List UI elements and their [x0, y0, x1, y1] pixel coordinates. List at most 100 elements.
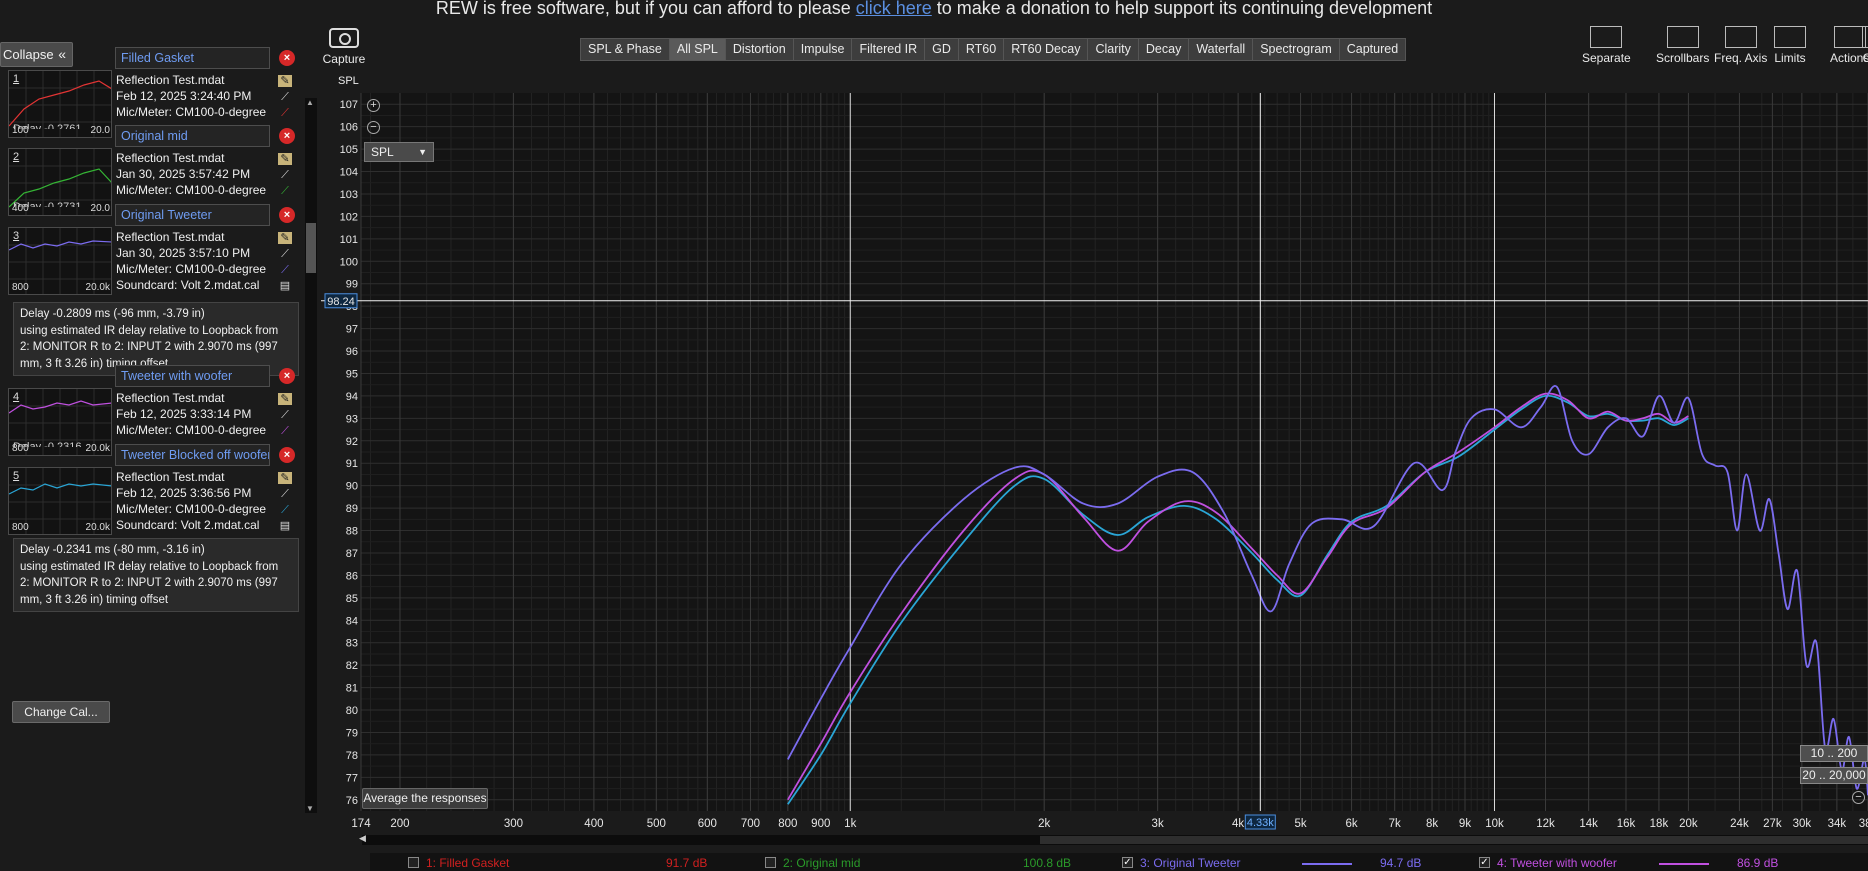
legend-name: 2: Original mid [783, 856, 861, 870]
curve-color-icon[interactable]: ⟋ [278, 504, 292, 516]
tab-waterfall[interactable]: Waterfall [1189, 39, 1254, 60]
x-tick-label: 900 [811, 818, 830, 830]
pen-icon[interactable]: ✎ [278, 232, 292, 244]
y-tick-label: 82 [346, 660, 358, 672]
measurement-thumbnail[interactable]: 3 800 20.0k [8, 227, 112, 295]
x-tick-label: 20k [1679, 818, 1698, 830]
tool-label: Scrollbars [1656, 51, 1710, 65]
change-cal-button[interactable]: Change Cal... [12, 701, 110, 723]
tab-decay[interactable]: Decay [1139, 39, 1190, 60]
legend-checkbox[interactable] [765, 857, 776, 868]
tool-separate-button[interactable]: Separate [1582, 26, 1631, 65]
tab-filtered-ir[interactable]: Filtered IR [852, 39, 926, 60]
curve-color-icon[interactable]: ⟋ [278, 185, 292, 197]
legend-checkbox[interactable] [408, 857, 419, 868]
tool-c-button[interactable]: C [1862, 26, 1868, 65]
curve-pen-icon[interactable]: ⟋ [278, 169, 292, 181]
measurement-name-field[interactable]: Tweeter with woofer [115, 365, 270, 387]
curve-pen-icon[interactable]: ⟋ [278, 248, 292, 260]
donation-link[interactable]: click here [856, 0, 932, 18]
series-curve-4 [787, 392, 1689, 801]
y-tick-label: 88 [346, 526, 358, 538]
delay-info-line: Delay -0.2341 ms (-80 mm, -3.16 in) [20, 544, 205, 556]
pen-icon[interactable]: ✎ [278, 472, 292, 484]
x-tick-label: 27k [1763, 818, 1782, 830]
tab-clarity[interactable]: Clarity [1088, 39, 1139, 60]
document-icon[interactable]: ▤ [278, 280, 292, 292]
tab-captured[interactable]: Captured [1340, 39, 1405, 60]
measurement-name-field[interactable]: Original mid [115, 125, 270, 147]
legend-checkbox[interactable]: ✓ [1122, 857, 1133, 868]
remove-measurement-icon[interactable]: × [279, 50, 295, 66]
tab-impulse[interactable]: Impulse [794, 39, 853, 60]
tool-scrollbars-button[interactable]: Scrollbars [1656, 26, 1709, 65]
range-preset-button-1[interactable]: 10 .. 200 [1800, 745, 1868, 762]
tab-gd[interactable]: GD [925, 39, 959, 60]
tab-rt60-decay[interactable]: RT60 Decay [1004, 39, 1089, 60]
actions-icon [1833, 26, 1866, 48]
x-tick-label: 6k [1345, 818, 1357, 830]
measurement-file: Reflection Test.mdat [116, 230, 225, 244]
capture-button[interactable]: Capture [320, 28, 368, 66]
remove-measurement-icon[interactable]: × [279, 447, 295, 463]
remove-measurement-icon[interactable]: × [279, 128, 295, 144]
x-tick-label: 400 [584, 818, 603, 830]
y-tick-label: 102 [340, 211, 358, 223]
remove-measurement-icon[interactable]: × [279, 368, 295, 384]
tab-all-spl[interactable]: All SPL [669, 39, 726, 60]
pen-icon[interactable]: ✎ [278, 75, 292, 87]
curve-pen-icon[interactable]: ⟋ [278, 409, 292, 421]
tab-spectrogram[interactable]: Spectrogram [1253, 39, 1340, 60]
document-icon[interactable]: ▤ [278, 520, 292, 532]
curve-color-icon[interactable]: ⟋ [278, 264, 292, 276]
pen-icon[interactable]: ✎ [278, 153, 292, 165]
zoom-out-corner-icon[interactable]: − [1852, 791, 1865, 804]
series-curve-3 [787, 384, 1868, 796]
legend-value: 91.7 dB [666, 856, 708, 870]
measurement-list-scrollbar[interactable]: ▲ ▼ [305, 98, 317, 813]
tab-spl-phase[interactable]: SPL & Phase [581, 39, 670, 60]
range-preset-button-2[interactable]: 20 .. 20,000 [1800, 767, 1868, 784]
y-tick-label: 84 [346, 615, 358, 627]
scroll-down-icon[interactable]: ▼ [306, 804, 314, 813]
y-tick-label: 86 [346, 570, 358, 582]
curve-pen-icon[interactable]: ⟋ [278, 488, 292, 500]
y-tick-label: 95 [346, 368, 358, 380]
curve-color-icon[interactable]: ⟋ [278, 425, 292, 437]
graph-horizontal-scrollbar[interactable]: ◀ [359, 833, 1868, 845]
curve-color-icon[interactable]: ⟋ [278, 107, 292, 119]
x-tick-label: 34k [1828, 818, 1847, 830]
scrollbar-thumb[interactable] [306, 223, 316, 273]
pen-icon[interactable]: ✎ [278, 393, 292, 405]
scroll-up-icon[interactable]: ▲ [306, 98, 314, 107]
x-tick-label: 18k [1650, 818, 1669, 830]
y-tick-label: 96 [346, 346, 358, 358]
thumbnail-max-freq: 20.0k [85, 522, 110, 533]
curve-pen-icon[interactable]: ⟋ [278, 91, 292, 103]
measurement-thumbnail[interactable]: 5 800 20.0k [8, 467, 112, 535]
legend-checkbox[interactable]: ✓ [1479, 857, 1490, 868]
y-tick-label: 107 [340, 99, 358, 111]
tool-label: Limits [1774, 51, 1806, 65]
x-tick-label: 174 [351, 818, 371, 830]
y-tick-label: 94 [346, 391, 358, 403]
zoom-in-icon[interactable]: + [367, 99, 380, 112]
scroll-left-icon[interactable]: ◀ [359, 833, 366, 844]
measurement-name-field[interactable]: Original Tweeter [115, 204, 270, 226]
average-responses-button[interactable]: Average the responses [362, 788, 488, 809]
tool-limits-button[interactable]: Limits [1774, 26, 1806, 65]
measurement-name-field[interactable]: Tweeter Blocked off woofer [115, 444, 270, 466]
legend-line-sample [1302, 863, 1352, 865]
tab-rt60[interactable]: RT60 [959, 39, 1005, 60]
measurement-file: Reflection Test.mdat [116, 391, 225, 405]
thumbnail-max-freq: 20.0 [90, 203, 110, 214]
collapse-button[interactable]: Collapse « [0, 42, 73, 67]
measurement-name-field[interactable]: Filled Gasket [115, 47, 270, 69]
remove-measurement-icon[interactable]: × [279, 207, 295, 223]
tab-distortion[interactable]: Distortion [726, 39, 794, 60]
thumbnail-index: 4 [13, 391, 20, 403]
horizontal-scrollbar-thumb[interactable] [1040, 836, 1868, 844]
tool-freq-axis-button[interactable]: Freq. Axis [1714, 26, 1767, 65]
zoom-out-icon[interactable]: − [367, 121, 380, 134]
graph-type-select[interactable]: SPL ▼ [364, 142, 434, 162]
